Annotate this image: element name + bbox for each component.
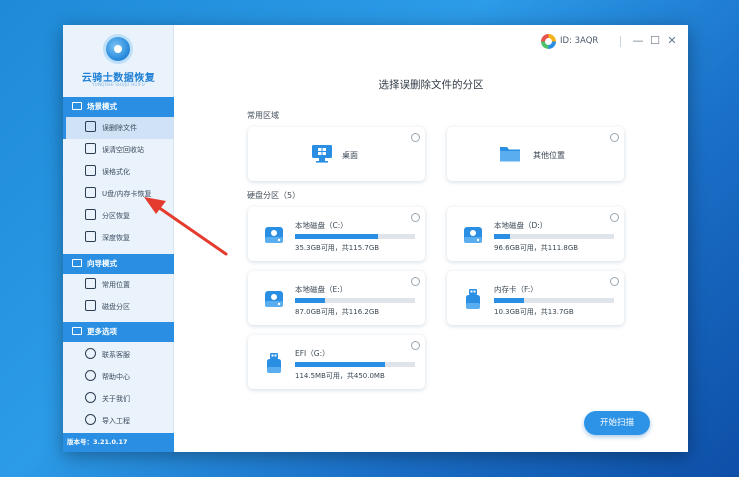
annotation-arrow-icon xyxy=(144,197,228,256)
